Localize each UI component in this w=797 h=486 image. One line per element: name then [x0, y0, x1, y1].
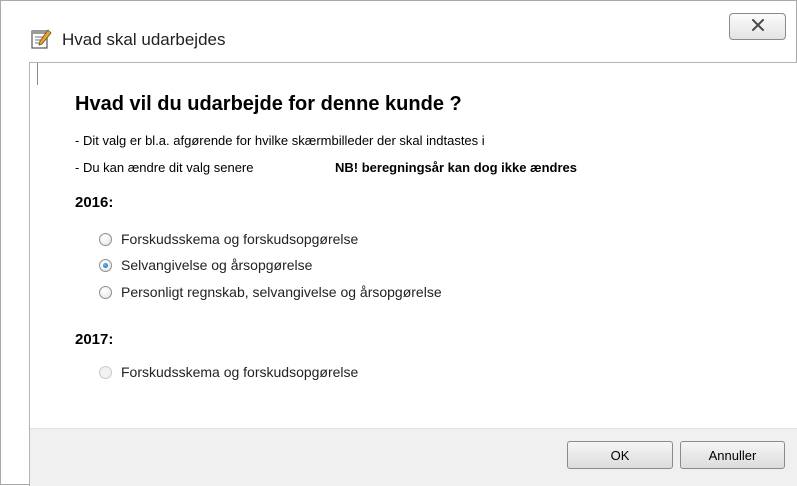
radio-label[interactable]: Selvangivelse og årsopgørelse [121, 257, 312, 273]
radio-button[interactable] [99, 232, 112, 246]
radio-option-2016-selvangivelse[interactable]: Selvangivelse og årsopgørelse [99, 256, 312, 274]
radio-option-2017-forskudsskema[interactable]: Forskudsskema og forskudsopgørelse [99, 363, 358, 381]
close-icon [751, 18, 765, 36]
dialog-heading: Hvad vil du udarbejde for denne kunde ? [75, 93, 462, 115]
dialog-window: Hvad skal udarbejdes Hvad vil du udarbej… [0, 0, 797, 486]
ok-button[interactable]: OK [567, 441, 673, 469]
year-2016-label: 2016: [75, 194, 114, 211]
radio-label[interactable]: Forskudsskema og forskudsopgørelse [121, 231, 358, 247]
info-line-1: - Dit valg er bl.a. afgørende for hvilke… [75, 133, 485, 148]
info-line-2: - Du kan ændre dit valg senere [75, 160, 254, 175]
radio-label[interactable]: Personligt regnskab, selvangivelse og år… [121, 284, 442, 300]
radio-button-disabled[interactable] [99, 365, 112, 379]
radio-button[interactable] [99, 285, 112, 299]
frame-divider [37, 63, 38, 85]
notepad-edit-icon [30, 28, 52, 50]
content-panel [29, 62, 797, 486]
cancel-button[interactable]: Annuller [680, 441, 785, 469]
year-2017-label: 2017: [75, 331, 114, 348]
radio-option-2016-forskudsskema[interactable]: Forskudsskema og forskudsopgørelse [99, 230, 358, 248]
nb-note: NB! beregningsår kan dog ikke ændres [335, 160, 578, 175]
close-button[interactable] [729, 13, 786, 40]
radio-label[interactable]: Forskudsskema og forskudsopgørelse [121, 364, 358, 380]
radio-button-selected[interactable] [99, 258, 112, 272]
window-title: Hvad skal udarbejdes [62, 30, 226, 49]
title-bar[interactable]: Hvad skal udarbejdes [1, 1, 796, 57]
radio-option-2016-personligt-regnskab[interactable]: Personligt regnskab, selvangivelse og år… [99, 283, 442, 301]
